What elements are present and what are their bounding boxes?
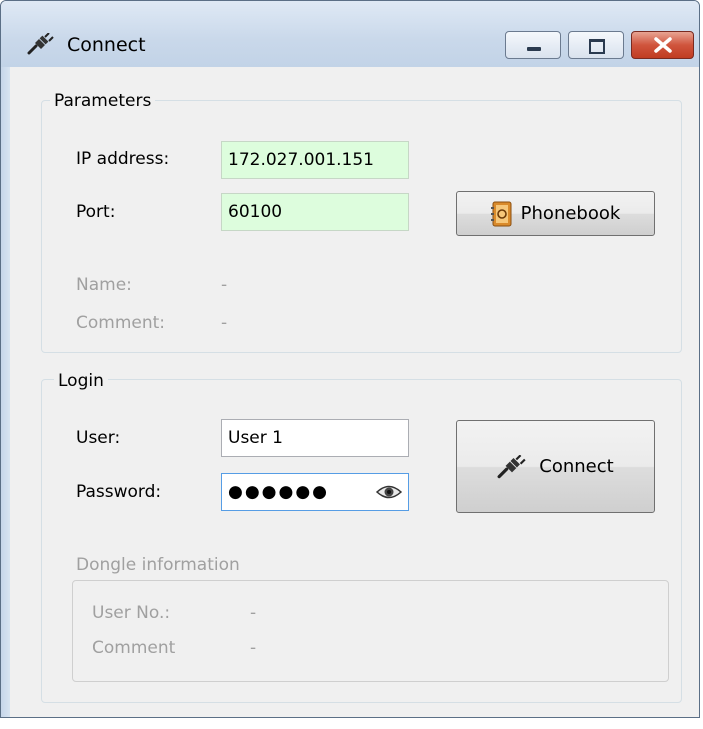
- address-book-icon: [490, 201, 512, 226]
- user-no-label: User No.:: [92, 603, 171, 623]
- ip-address-label: IP address:: [76, 149, 170, 169]
- close-button[interactable]: [631, 31, 694, 59]
- port-label: Port:: [76, 202, 116, 222]
- dongle-comment-label: Comment: [92, 638, 176, 658]
- dongle-group: [72, 580, 669, 682]
- dialog-body: Parameters IP address: 172.027.001.151 P…: [10, 67, 690, 717]
- close-icon: [654, 37, 672, 53]
- eye-icon[interactable]: [376, 484, 402, 500]
- login-group-label: Login: [54, 371, 108, 391]
- plug-icon: [27, 33, 54, 55]
- password-input[interactable]: ●●●●●●: [221, 473, 409, 511]
- dongle-group-label: Dongle information: [76, 555, 240, 575]
- port-input[interactable]: 60100: [221, 193, 409, 231]
- user-input[interactable]: User 1: [221, 419, 409, 457]
- window-title: Connect: [67, 34, 146, 56]
- phonebook-button[interactable]: Phonebook: [456, 191, 655, 236]
- minimize-icon: [527, 47, 541, 51]
- password-label: Password:: [76, 482, 162, 502]
- comment-label: Comment:: [76, 313, 166, 333]
- name-label: Name:: [76, 275, 132, 295]
- connect-dialog: Connect Parameters IP address: 172.027.0…: [0, 0, 700, 718]
- user-no-value: -: [250, 603, 257, 623]
- comment-value: -: [221, 313, 228, 333]
- maximize-button[interactable]: [568, 31, 624, 59]
- connect-button-label: Connect: [539, 456, 614, 477]
- connect-button[interactable]: Connect: [456, 420, 655, 513]
- parameters-group-label: Parameters: [50, 91, 156, 111]
- phonebook-button-label: Phonebook: [520, 203, 621, 224]
- user-label: User:: [76, 428, 121, 448]
- title-bar[interactable]: Connect: [1, 1, 699, 67]
- ip-address-input[interactable]: 172.027.001.151: [221, 141, 409, 179]
- maximize-icon: [589, 39, 605, 54]
- name-value: -: [221, 275, 228, 295]
- window-frame: [1, 67, 10, 717]
- plug-icon: [497, 454, 526, 478]
- dongle-comment-value: -: [250, 638, 257, 658]
- minimize-button[interactable]: [505, 31, 561, 59]
- password-mask: ●●●●●●: [228, 482, 330, 502]
